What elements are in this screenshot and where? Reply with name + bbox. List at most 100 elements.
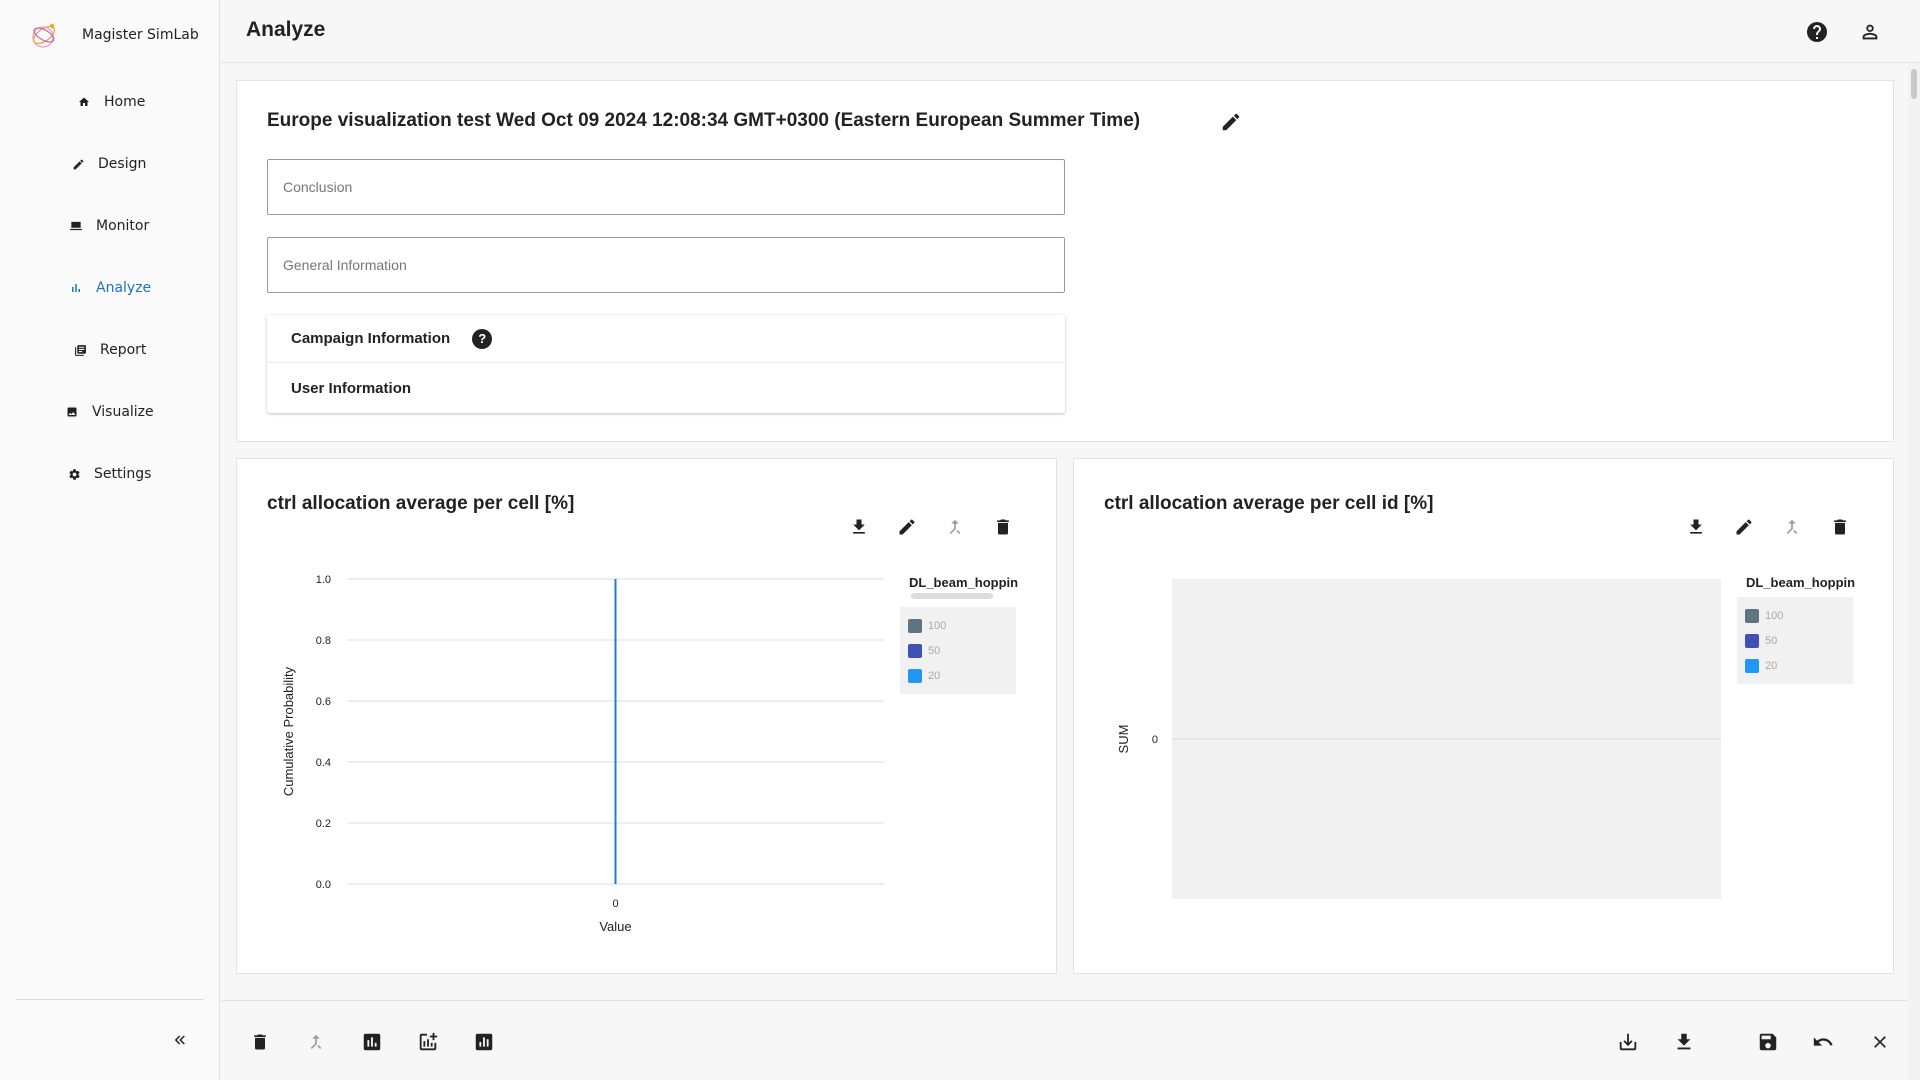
double-chevron-left-icon <box>174 1035 185 1045</box>
scroll-thumb[interactable] <box>1911 69 1917 99</box>
insert-chart-button[interactable] <box>359 1029 385 1055</box>
legend-swatch <box>1745 608 1759 623</box>
help-circle-icon[interactable]: ? <box>472 328 493 349</box>
legend-item-label: 100 <box>1765 609 1784 622</box>
sidebar-item-monitor[interactable]: Monitor <box>0 206 220 246</box>
bottom-toolbar <box>221 1000 1908 1080</box>
help-circle-icon <box>1807 22 1827 42</box>
sidebar-divider <box>16 999 204 1000</box>
x-tick-label: 0 <box>612 898 618 910</box>
image-icon <box>64 404 80 420</box>
legend-item[interactable]: 50 <box>1745 628 1845 653</box>
y-tick-label: 0.4 <box>316 757 331 769</box>
undo-button[interactable] <box>1810 1029 1836 1055</box>
chart-card-sum: ctrl allocation average per cell id [%] … <box>1073 458 1894 974</box>
edit-title-button[interactable] <box>1219 110 1243 134</box>
pencil-icon <box>1222 113 1240 131</box>
general-information-field[interactable] <box>267 237 1065 293</box>
chart-legend: 100 50 20 <box>900 607 1016 694</box>
bar-chart-icon <box>68 280 84 296</box>
analysis-info-card: Europe visualization test Wed Oct 09 202… <box>236 80 1894 442</box>
account-button[interactable] <box>1858 20 1882 44</box>
y-tick-label: 0.8 <box>316 635 331 647</box>
sidebar-item-label: Monitor <box>96 218 150 234</box>
insert-chart-icon <box>363 1033 381 1051</box>
sidebar-item-label: Analyze <box>96 280 152 296</box>
save-button[interactable] <box>1755 1029 1781 1055</box>
legend-item-label: 50 <box>1765 634 1778 647</box>
legend-item-label: 50 <box>928 644 941 657</box>
collapse-sidebar-button[interactable] <box>166 1028 194 1052</box>
undo-icon <box>1813 1037 1833 1046</box>
app-name: Magister SimLab <box>82 27 199 43</box>
sidebar-item-design[interactable]: Design <box>0 144 220 184</box>
add-chart-button[interactable] <box>415 1029 441 1055</box>
sidebar-item-label: Visualize <box>92 404 154 420</box>
chart-legend: 100 50 20 <box>1737 597 1853 684</box>
sidebar-item-analyze[interactable]: Analyze <box>0 268 220 308</box>
user-information-label: User Information <box>291 379 412 397</box>
user-information-section[interactable]: User Information <box>267 364 1065 412</box>
chart-card-cdf: ctrl allocation average per cell [%] 0.0… <box>236 458 1057 974</box>
analysis-title: Europe visualization test Wed Oct 09 202… <box>267 110 1141 131</box>
sidebar-item-settings[interactable]: Settings <box>0 454 220 494</box>
header: Analyze <box>221 0 1920 63</box>
legend-item[interactable]: 20 <box>1745 653 1845 678</box>
legend-title: DL_beam_hoppin <box>1746 575 1856 590</box>
save-icon <box>1759 1033 1777 1051</box>
y-axis-label: SUM <box>1116 725 1131 754</box>
conclusion-field[interactable] <box>267 159 1065 215</box>
add-chart-icon <box>419 1032 438 1051</box>
sidebar: Magister SimLab Home Design Monitor Anal… <box>0 0 220 1080</box>
legend-swatch <box>1745 633 1759 648</box>
legend-item[interactable]: 50 <box>908 638 1008 663</box>
close-icon <box>1874 1036 1886 1048</box>
legend-item[interactable]: 100 <box>908 613 1008 638</box>
gear-icon <box>66 466 82 482</box>
delete-analysis-button[interactable] <box>247 1029 273 1055</box>
download-button[interactable] <box>1671 1029 1697 1055</box>
legend-item[interactable]: 20 <box>908 663 1008 688</box>
help-button[interactable] <box>1805 20 1829 44</box>
merge-charts-button[interactable] <box>303 1029 329 1055</box>
page-title: Analyze <box>246 18 326 41</box>
info-accordion: Campaign Information ? User Information <box>267 315 1065 413</box>
sidebar-item-label: Home <box>104 94 146 110</box>
y-tick-label: 0.6 <box>316 696 331 708</box>
sidebar-item-label: Settings <box>94 466 152 482</box>
legend-scrollbar[interactable] <box>911 593 993 599</box>
legend-item-label: 20 <box>928 669 941 682</box>
legend-swatch <box>908 618 922 633</box>
legend-item-label: 20 <box>1765 659 1778 672</box>
legend-swatch <box>908 643 922 658</box>
bar-chart-icon <box>475 1033 493 1051</box>
campaign-information-section[interactable]: Campaign Information ? <box>267 315 1065 363</box>
cdf-chart: 0.0 0.2 0.4 0.6 0.8 1.0 0 Value Cumulative Proba… <box>281 574 884 934</box>
legend-title: DL_beam_hoppin <box>909 575 1019 590</box>
sidebar-item-report[interactable]: Report <box>0 330 220 370</box>
sidebar-item-visualize[interactable]: Visualize <box>0 392 220 432</box>
sidebar-item-label: Design <box>98 156 147 172</box>
merge-icon <box>310 1034 322 1050</box>
y-axis-label: Cumulative Probability <box>281 666 296 796</box>
download-icon <box>1677 1033 1691 1050</box>
sum-chart: 0 SUM <box>1116 579 1721 899</box>
download-tray-icon <box>1619 1033 1637 1051</box>
chart-type-button[interactable] <box>471 1029 497 1055</box>
legend-swatch <box>908 668 922 683</box>
legend-swatch <box>1745 658 1759 673</box>
report-icon <box>72 342 88 358</box>
trash-icon <box>254 1034 266 1050</box>
brand-logo-icon <box>32 23 56 48</box>
main-scrollbar[interactable] <box>1908 63 1920 1080</box>
legend-item-label: 100 <box>928 619 947 632</box>
pencil-icon <box>70 156 86 172</box>
close-button[interactable] <box>1867 1029 1893 1055</box>
laptop-icon <box>68 218 84 234</box>
sidebar-item-label: Report <box>100 342 147 358</box>
account-icon <box>1862 24 1878 40</box>
sidebar-item-home[interactable]: Home <box>0 82 220 122</box>
import-button[interactable] <box>1615 1029 1641 1055</box>
legend-item[interactable]: 100 <box>1745 603 1845 628</box>
brand[interactable]: Magister SimLab <box>30 20 199 50</box>
